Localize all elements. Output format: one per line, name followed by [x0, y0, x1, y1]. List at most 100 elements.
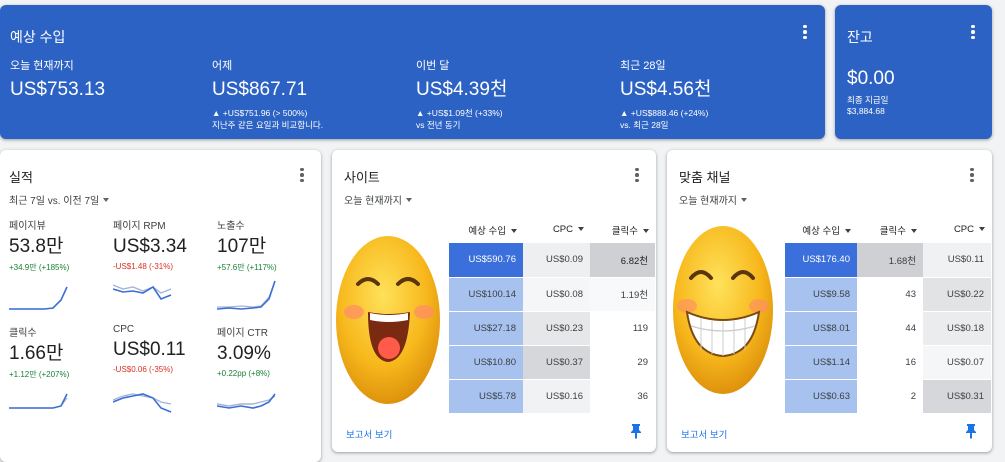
metric-comparison: 지난주 같은 요일과 비교합니다. [212, 120, 324, 130]
metric-value: 53.8만 [9, 236, 64, 257]
sparkline [217, 280, 276, 310]
card-title: 맞춤 채널 [679, 170, 731, 185]
earnings-metric-yesterday[interactable]: 어제 US$867.71 ▲ +US$751.96 (> 500%) 지난주 같… [212, 57, 323, 131]
clicks-cell: 36 [590, 379, 655, 414]
table-row[interactable]: US$100.14 US$0.08 1.19천 [449, 277, 655, 312]
perf-metric-cpc[interactable]: CPC US$0.11 -US$0.06 (-35%) [113, 324, 213, 413]
date-range-dropdown[interactable]: 오늘 현재까지 [679, 192, 747, 207]
table-row[interactable]: US$590.76 US$0.09 6.82천 [449, 243, 655, 278]
metric-label: 페이지 RPM [113, 221, 166, 232]
last-payment-value: $3,884.68 [847, 106, 885, 116]
metric-comparison: vs. 최근 28일 [620, 120, 669, 130]
date-range-dropdown[interactable]: 오늘 현재까지 [344, 192, 412, 207]
metric-label: 클릭수 [9, 328, 37, 339]
date-range-label: 최근 7일 vs. 이전 7일 [9, 196, 100, 207]
clicks-cell: 1.19천 [590, 277, 655, 312]
perf-metric-page-ctr[interactable]: 페이지 CTR 3.09% +0.22pp (+8%) [217, 324, 317, 409]
metric-label: 노출수 [217, 221, 245, 232]
column-header-earnings[interactable]: 예상 수입 [449, 216, 523, 243]
metric-change: +57.6만 (+117%) [217, 263, 277, 272]
earnings-cell: US$590.76 [449, 243, 523, 278]
clicks-cell: 29 [590, 345, 655, 380]
cpc-cell: US$0.08 [523, 277, 590, 312]
perf-metric-pageviews[interactable]: 페이지뷰 53.8만 +34.9만 (+185%) [9, 217, 109, 310]
earnings-metric-this-month[interactable]: 이번 달 US$4.39천 ▲ +US$1.09천 (+33%) vs 전년 동… [416, 57, 507, 131]
cpc-cell: US$0.16 [523, 379, 590, 414]
metric-change: +1.12만 (+207%) [9, 370, 70, 379]
metric-change: +34.9만 (+185%) [9, 263, 70, 272]
cpc-cell: US$0.31 [923, 379, 991, 414]
grinning-emoji-image [673, 226, 773, 394]
column-header-cpc[interactable]: CPC [923, 216, 991, 243]
table-row[interactable]: US$27.18 US$0.23 119 [449, 311, 655, 346]
earnings-cell: US$9.58 [785, 277, 857, 312]
metric-value: US$4.39천 [416, 79, 508, 100]
sparkline [9, 286, 68, 310]
earnings-cell: US$27.18 [449, 311, 523, 346]
metric-comparison: vs 전년 동기 [416, 120, 461, 130]
metric-change: +0.22pp (+8%) [217, 369, 270, 378]
sparkline [113, 393, 172, 413]
table-header: 예상 수입 클릭수 CPC [785, 216, 991, 243]
more-vert-icon[interactable] [627, 165, 647, 185]
pin-icon[interactable] [964, 423, 978, 439]
channels-table: 예상 수입 클릭수 CPC US$176.40 1.68천 US$0.11 US… [785, 216, 991, 414]
caret-down-icon [911, 228, 917, 233]
earnings-cell: US$5.78 [449, 379, 523, 414]
cpc-cell: US$0.23 [523, 311, 590, 346]
earnings-metric-last-28-days[interactable]: 최근 28일 US$4.56천 ▲ +US$888.46 (+24%) vs. … [620, 57, 711, 131]
metric-label: 어제 [212, 60, 233, 72]
custom-channels-card: 맞춤 채널 오늘 현재까지 예상 수입 클릭수 CPC US$176.40 1.… [667, 150, 992, 452]
view-report-link[interactable]: 보고서 보기 [346, 427, 392, 441]
more-vert-icon[interactable] [963, 22, 983, 42]
cpc-cell: US$0.37 [523, 345, 590, 380]
earnings-metric-today[interactable]: 오늘 현재까지 US$753.13 [10, 57, 105, 107]
pin-icon[interactable] [629, 423, 643, 439]
more-vert-icon[interactable] [962, 165, 982, 185]
earnings-cell: US$8.01 [785, 311, 857, 346]
metric-change: ▲ +US$1.09천 (+33%) [416, 108, 503, 118]
caret-down-icon [511, 228, 517, 233]
table-row[interactable]: US$10.80 US$0.37 29 [449, 345, 655, 380]
column-header-clicks[interactable]: 클릭수 [590, 216, 655, 243]
metric-value: 1.66만 [9, 343, 64, 364]
view-report-link[interactable]: 보고서 보기 [681, 427, 727, 441]
metric-value: US$867.71 [212, 79, 308, 100]
date-range-dropdown[interactable]: 최근 7일 vs. 이전 7일 [9, 192, 110, 207]
sparkline [113, 284, 172, 300]
more-vert-icon[interactable] [292, 165, 312, 185]
table-row[interactable]: US$0.63 2 US$0.31 [785, 379, 991, 414]
clicks-cell: 2 [857, 379, 923, 414]
metric-change: ▲ +US$888.46 (+24%) [620, 108, 709, 118]
caret-down-icon [845, 228, 851, 233]
metric-value: US$0.11 [113, 339, 186, 360]
metric-label: CPC [113, 324, 135, 335]
column-header-earnings[interactable]: 예상 수입 [785, 216, 857, 243]
clicks-cell: 6.82천 [590, 243, 655, 278]
column-header-cpc[interactable]: CPC [523, 216, 590, 243]
metric-label: 오늘 현재까지 [10, 60, 74, 72]
metric-label: 페이지뷰 [9, 221, 46, 232]
table-row[interactable]: US$1.14 16 US$0.07 [785, 345, 991, 380]
table-row[interactable]: US$176.40 1.68천 US$0.11 [785, 243, 991, 278]
date-range-label: 오늘 현재까지 [344, 196, 402, 207]
card-title: 실적 [9, 170, 33, 185]
table-row[interactable]: US$8.01 44 US$0.18 [785, 311, 991, 346]
table-row[interactable]: US$9.58 43 US$0.22 [785, 277, 991, 312]
caret-down-icon [103, 197, 110, 202]
caret-down-icon [405, 197, 412, 202]
more-vert-icon[interactable] [795, 22, 815, 42]
metric-change: -US$1.48 (-31%) [113, 262, 174, 271]
last-payment: 최종 지급일 $3,884.68 [847, 95, 888, 117]
date-range-label: 오늘 현재까지 [679, 196, 737, 207]
perf-metric-page-rpm[interactable]: 페이지 RPM US$3.34 -US$1.48 (-31%) [113, 217, 213, 300]
perf-metric-impressions[interactable]: 노출수 107만 +57.6만 (+117%) [217, 217, 317, 310]
column-header-clicks[interactable]: 클릭수 [857, 216, 923, 243]
caret-down-icon [578, 227, 584, 232]
table-row[interactable]: US$5.78 US$0.16 36 [449, 379, 655, 414]
perf-metric-clicks[interactable]: 클릭수 1.66만 +1.12만 (+207%) [9, 324, 109, 409]
metric-value: US$3.34 [113, 236, 187, 257]
metric-label: 이번 달 [416, 60, 450, 72]
metric-change: -US$0.06 (-35%) [113, 365, 174, 374]
earnings-cell: US$0.63 [785, 379, 857, 414]
